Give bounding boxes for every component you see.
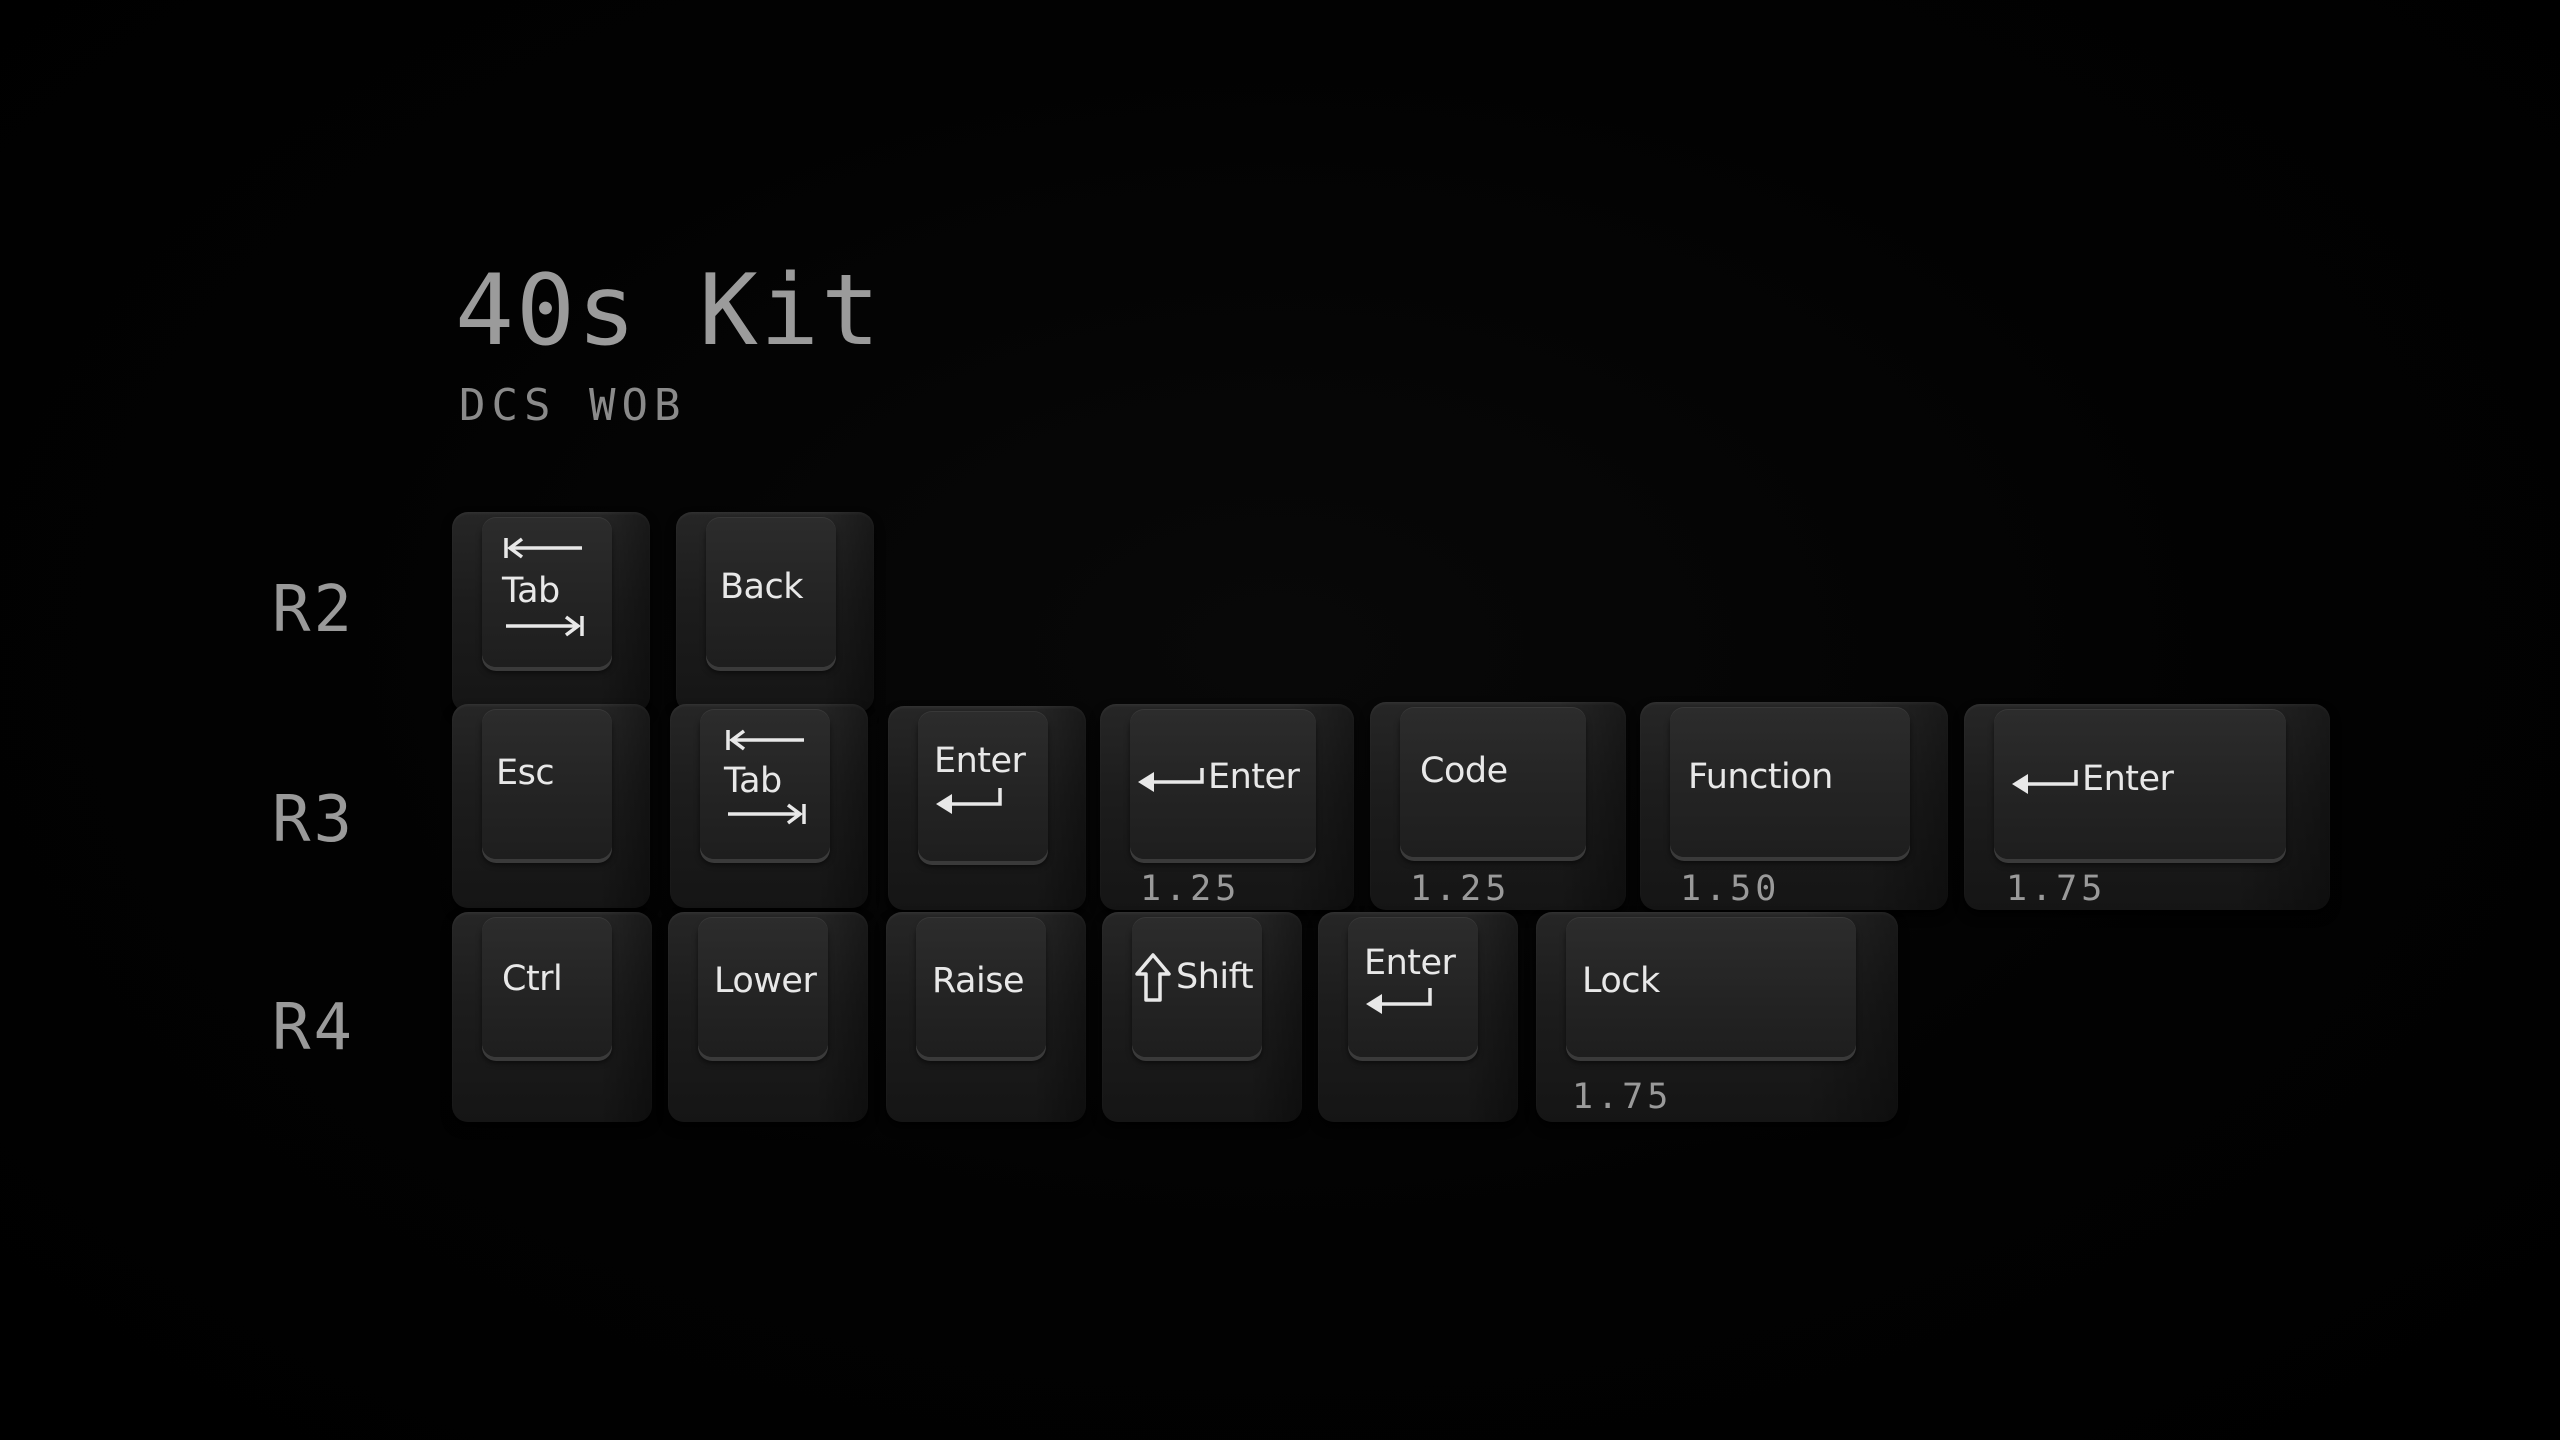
row-label-r4: R4 bbox=[272, 991, 356, 1065]
keycap-r3-enter-125: Enter 1.25 bbox=[1100, 704, 1355, 910]
keycap-r4-raise: Raise bbox=[886, 912, 1086, 1122]
key-legend-code: Code bbox=[1420, 751, 1508, 791]
return-arrow-icon bbox=[1366, 988, 1432, 1014]
keycap-r4-lower: Lower bbox=[668, 912, 868, 1122]
return-arrow-icon bbox=[1138, 768, 1204, 792]
key-legend-esc: Esc bbox=[496, 753, 555, 793]
keycap-r3-tab: Tab bbox=[670, 704, 868, 908]
keycap-r3-code: Code 1.25 bbox=[1370, 702, 1626, 910]
arrow-left-to-bar-icon bbox=[726, 729, 804, 751]
size-label-1-25: 1.25 bbox=[1140, 869, 1241, 909]
key-legend-shift: Shift bbox=[1176, 957, 1254, 997]
row-label-r2: R2 bbox=[272, 573, 356, 647]
key-legend-lower: Lower bbox=[714, 961, 817, 1001]
keycap-r3-function: Function 1.50 bbox=[1640, 702, 1949, 910]
keycap-r3-enter-175: Enter 1.75 bbox=[1964, 704, 2331, 910]
key-legend-enter: Enter bbox=[934, 741, 1026, 781]
arrow-right-to-bar-icon bbox=[728, 803, 806, 825]
keycap-r3-enter: Enter bbox=[888, 706, 1086, 910]
key-legend-enter: Enter bbox=[1364, 943, 1456, 983]
kit-title: 40s Kit bbox=[455, 254, 883, 368]
key-legend-function: Function bbox=[1688, 757, 1833, 797]
keycap-r4-ctrl: Ctrl bbox=[452, 912, 652, 1122]
key-legend-tab: Tab bbox=[502, 571, 560, 611]
keycap-render-stage: 40s Kit DCS WOB R2 R3 R4 Tab Back Esc Ta… bbox=[0, 0, 2560, 1440]
key-legend-lock: Lock bbox=[1582, 961, 1660, 1001]
keycap-r4-shift: Shift bbox=[1102, 912, 1302, 1122]
key-legend-ctrl: Ctrl bbox=[502, 959, 563, 999]
shift-arrow-icon bbox=[1135, 953, 1171, 1002]
arrow-right-to-bar-icon bbox=[506, 615, 584, 637]
size-label-1-75: 1.75 bbox=[1572, 1077, 1673, 1117]
size-label-1-50: 1.50 bbox=[1680, 869, 1781, 909]
kit-subtitle: DCS WOB bbox=[459, 380, 687, 431]
return-arrow-icon bbox=[2012, 770, 2078, 794]
key-legend-tab: Tab bbox=[724, 761, 782, 801]
size-label-1-75: 1.75 bbox=[2006, 869, 2107, 909]
key-legend-enter: Enter bbox=[2082, 759, 2174, 799]
keycap-r2-tab: Tab bbox=[452, 512, 650, 712]
return-arrow-icon bbox=[936, 788, 1002, 814]
key-legend-back: Back bbox=[720, 567, 803, 607]
arrow-left-to-bar-icon bbox=[504, 537, 582, 559]
keycap-r2-back: Back bbox=[676, 512, 874, 712]
size-label-1-25: 1.25 bbox=[1410, 869, 1511, 909]
row-label-r3: R3 bbox=[272, 783, 356, 857]
keycap-r3-esc: Esc bbox=[452, 704, 650, 908]
keycap-r4-enter: Enter bbox=[1318, 912, 1518, 1122]
key-legend-enter: Enter bbox=[1208, 757, 1300, 797]
keycap-r4-lock: Lock 1.75 bbox=[1536, 912, 1899, 1122]
key-legend-raise: Raise bbox=[932, 961, 1025, 1001]
